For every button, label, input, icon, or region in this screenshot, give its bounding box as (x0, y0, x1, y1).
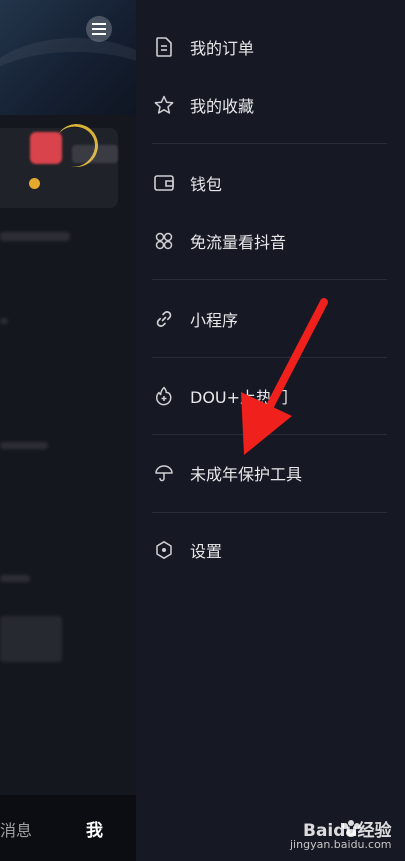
profile-header-cover (0, 0, 136, 115)
dou-plus-icon (154, 386, 174, 406)
menu-icon (92, 23, 106, 35)
menu-item-wallet[interactable]: 钱包 (154, 163, 394, 203)
divider (152, 434, 387, 435)
menu-item-label: DOU+上热门 (190, 388, 289, 407)
menu-item-label: 我的订单 (190, 39, 255, 58)
menu-item-dou-plus[interactable]: DOU+上热门 (154, 376, 394, 416)
divider (152, 512, 387, 513)
menu-item-label: 未成年保护工具 (190, 465, 303, 484)
watermark-url: jingyan.baidu.com (290, 838, 392, 851)
menu-item-settings[interactable]: 设置 (154, 530, 394, 570)
star-icon (154, 95, 174, 115)
bottom-nav-bar: 消息 我 (0, 795, 136, 861)
order-icon (154, 37, 174, 57)
blurred-text-4 (0, 575, 30, 582)
menu-item-mini-programs[interactable]: 小程序 (154, 299, 394, 339)
menu-item-free-data[interactable]: 免流量看抖音 (154, 221, 394, 261)
umbrella-icon (154, 463, 174, 483)
menu-item-label: 小程序 (190, 311, 239, 330)
menu-item-label: 我的收藏 (190, 97, 255, 116)
blurred-tag (72, 145, 118, 163)
menu-item-label: 免流量看抖音 (190, 233, 287, 252)
wallet-icon (154, 173, 174, 193)
menu-item-orders[interactable]: 我的订单 (154, 27, 394, 67)
profile-page-background: 消息 我 (0, 0, 136, 861)
menu-item-favorites[interactable]: 我的收藏 (154, 85, 394, 125)
avatar (30, 132, 62, 164)
link-icon (154, 309, 174, 329)
hamburger-menu-button[interactable] (86, 16, 112, 42)
blurred-button (0, 616, 62, 662)
blurred-text-1 (0, 232, 70, 241)
settings-icon (154, 540, 174, 560)
flower-icon (154, 231, 174, 251)
menu-item-label: 钱包 (190, 175, 223, 194)
divider (152, 143, 387, 144)
blurred-text-2 (0, 318, 8, 324)
nav-messages-tab[interactable]: 消息 (0, 817, 32, 841)
blurred-text-3 (0, 442, 48, 449)
nav-me-tab[interactable]: 我 (86, 816, 103, 841)
coin-icon (29, 178, 40, 189)
profile-card[interactable] (0, 117, 118, 208)
menu-item-label: 设置 (190, 542, 223, 561)
divider (152, 357, 387, 358)
divider (152, 279, 387, 280)
menu-item-minor-protection[interactable]: 未成年保护工具 (154, 453, 394, 493)
side-drawer-menu: 我的订单 我的收藏 钱包 免流量看抖音 小程序 DOU+上热门 未成年保护工具 … (136, 0, 405, 861)
